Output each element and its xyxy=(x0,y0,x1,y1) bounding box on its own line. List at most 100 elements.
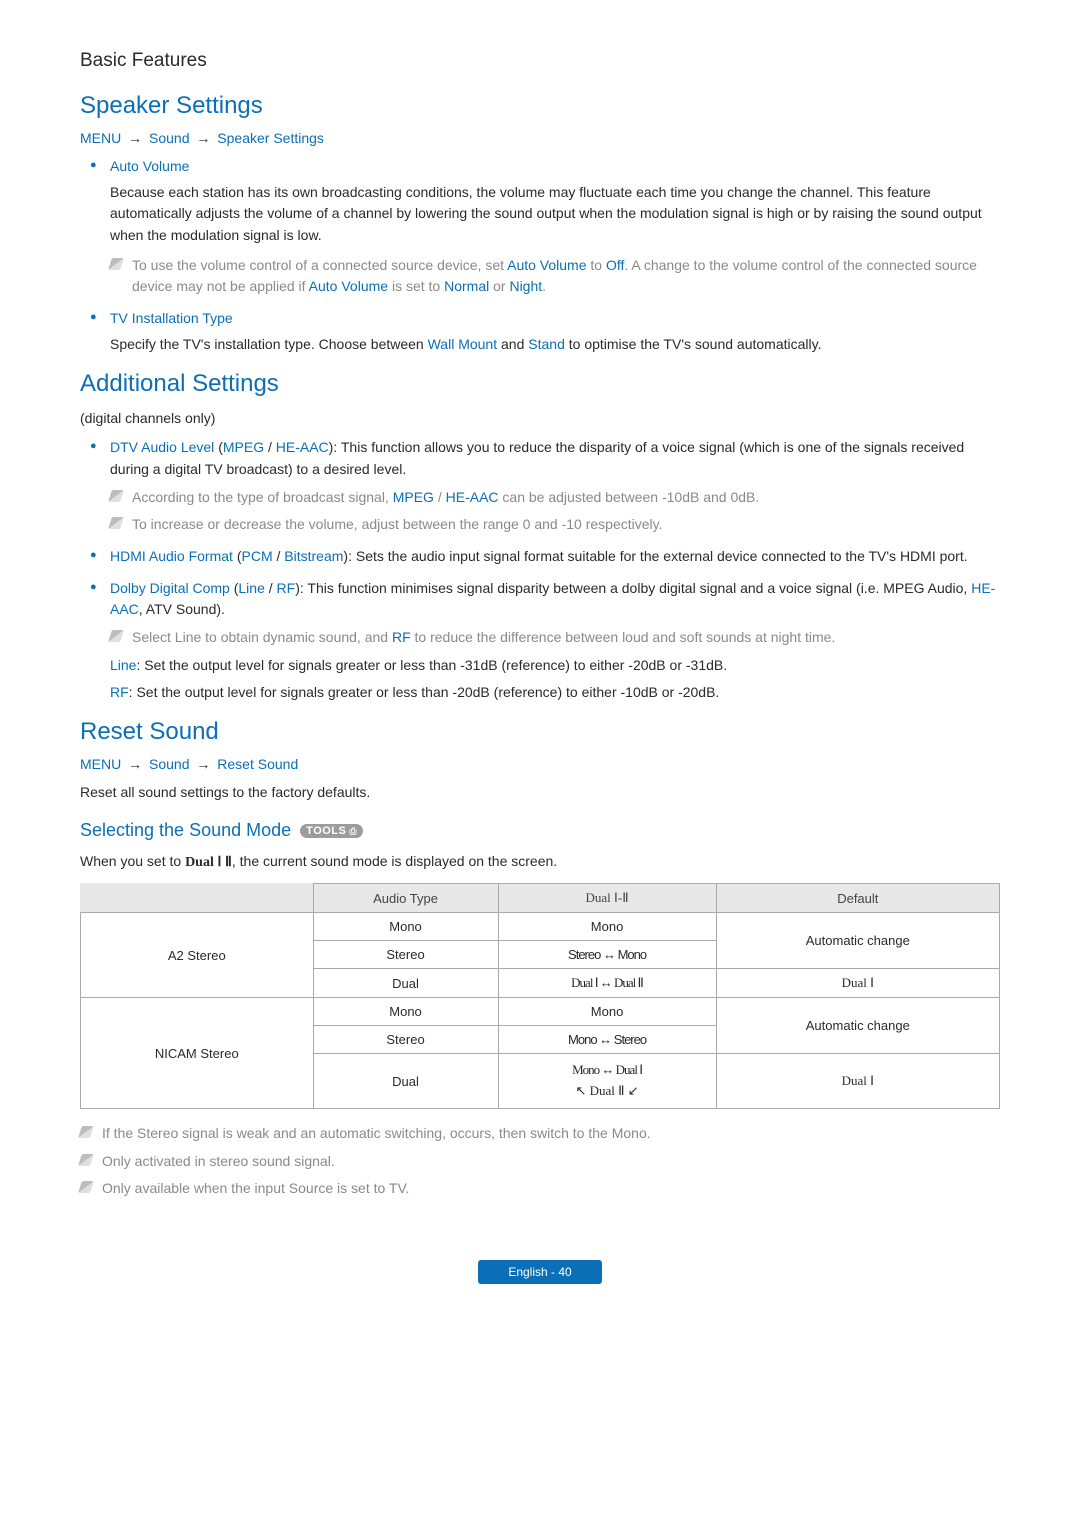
cell: Dual xyxy=(313,969,498,998)
slash: / xyxy=(273,548,285,564)
slash: / xyxy=(264,439,276,455)
cell: Automatic change xyxy=(716,913,999,969)
note-text: to xyxy=(587,257,606,273)
line-label: Line xyxy=(110,657,136,673)
auto-volume-term: Auto Volume xyxy=(110,158,189,174)
note-text: is set to xyxy=(388,278,444,294)
cell: Mono xyxy=(498,913,716,941)
table-corner xyxy=(81,884,314,913)
nicam-dual-line1: Mono ↔ Dual Ⅰ xyxy=(503,1060,712,1081)
note-text: to reduce the difference between loud an… xyxy=(411,629,836,645)
footer-note-3: Only available when the input Source is … xyxy=(80,1178,1000,1200)
selecting-intro: When you set to Dual Ⅰ Ⅱ, the current so… xyxy=(80,851,1000,874)
dtv-note-2: To increase or decrease the volume, adju… xyxy=(110,514,1000,536)
intro-pre: When you set to xyxy=(80,853,185,869)
breadcrumb-menu: MENU xyxy=(80,130,121,146)
hdmi-body: Sets the audio input signal format suita… xyxy=(356,548,968,564)
col-default: Default xyxy=(716,884,999,913)
cell: Dual Ⅰ xyxy=(716,969,999,998)
tv-installation-term: TV Installation Type xyxy=(110,310,233,326)
cell: Dual Ⅰ ↔ Dual Ⅱ xyxy=(498,969,716,998)
hdmi-audio-format-item: HDMI Audio Format (PCM / Bitstream): Set… xyxy=(80,546,1000,568)
arrow-icon: → xyxy=(128,130,142,146)
rf-term: RF xyxy=(392,629,411,645)
paren-close: ): xyxy=(329,439,341,455)
rf-term: RF xyxy=(277,580,296,596)
body-text: and xyxy=(497,336,528,352)
cell: Dual Ⅰ xyxy=(716,1054,999,1109)
note-text: can be adjusted between -10dB and 0dB. xyxy=(499,489,760,505)
wall-mount-term: Wall Mount xyxy=(428,336,498,352)
note-text: According to the type of broadcast signa… xyxy=(132,489,393,505)
cell: Dual xyxy=(313,1054,498,1109)
auto-volume-item: Auto Volume Because each station has its… xyxy=(80,156,1000,298)
breadcrumb-reset-sound: Reset Sound xyxy=(217,756,298,772)
cell: Mono ↔ Dual Ⅰ ↖ Dual Ⅱ ↙ xyxy=(498,1054,716,1109)
nicam-dual-line2: ↖ Dual Ⅱ ↙ xyxy=(503,1081,712,1102)
note-term: Auto Volume xyxy=(507,257,586,273)
cell: Automatic change xyxy=(716,998,999,1054)
a2-stereo-label: A2 Stereo xyxy=(81,913,314,998)
body-text: to optimise the TV's sound automatically… xyxy=(565,336,822,352)
pcm-term: PCM xyxy=(242,548,273,564)
body-text: Specify the TV's installation type. Choo… xyxy=(110,336,428,352)
reset-body: Reset all sound settings to the factory … xyxy=(80,782,1000,804)
paren-close: ): xyxy=(295,580,307,596)
arrow-icon: → xyxy=(196,756,210,772)
table-header-row: Audio Type Dual Ⅰ-Ⅱ Default xyxy=(81,884,1000,913)
note-text: . xyxy=(542,278,546,294)
cell: Mono xyxy=(498,998,716,1026)
arrow-icon: → xyxy=(196,130,210,146)
dtv-note-1: According to the type of broadcast signa… xyxy=(110,487,1000,509)
dolby-term: Dolby Digital Comp xyxy=(110,580,230,596)
line-body: : Set the output level for signals great… xyxy=(136,657,727,673)
breadcrumb-sound: Sound xyxy=(149,756,189,772)
col-audio-type: Audio Type xyxy=(313,884,498,913)
rf-description: RF: Set the output level for signals gre… xyxy=(110,682,1000,704)
note-term: Off xyxy=(606,257,624,273)
additional-settings-title: Additional Settings xyxy=(80,370,1000,398)
hdmi-audio-term: HDMI Audio Format xyxy=(110,548,233,564)
note-text: / xyxy=(434,489,446,505)
dolby-note: Select Line to obtain dynamic sound, and… xyxy=(110,627,1000,649)
tv-installation-type-item: TV Installation Type Specify the TV's in… xyxy=(80,308,1000,355)
line-term: Line xyxy=(238,580,264,596)
cell: Stereo xyxy=(313,941,498,969)
note-term: Night xyxy=(509,278,542,294)
breadcrumb-speaker-settings: Speaker Settings xyxy=(217,130,324,146)
note-text: To use the volume control of a connected… xyxy=(132,257,507,273)
auto-volume-note: To use the volume control of a connected… xyxy=(110,255,1000,298)
paren-close: ): xyxy=(343,548,355,564)
additional-settings-list: DTV Audio Level (MPEG / HE-AAC): This fu… xyxy=(80,437,1000,704)
col-dual: Dual Ⅰ-Ⅱ xyxy=(498,884,716,913)
note-term: MPEG xyxy=(393,489,434,505)
tools-badge: TOOLS xyxy=(300,824,363,838)
intro-bold: Dual Ⅰ Ⅱ xyxy=(185,855,232,870)
reset-sound-title: Reset Sound xyxy=(80,718,1000,746)
bitstream-term: Bitstream xyxy=(284,548,343,564)
stand-term: Stand xyxy=(528,336,565,352)
page-number-pill: English - 40 xyxy=(478,1260,601,1284)
note-text: or xyxy=(489,278,509,294)
breadcrumb-menu: MENU xyxy=(80,756,121,772)
table-row: A2 Stereo Mono Mono Automatic change xyxy=(81,913,1000,941)
page-header: Basic Features xyxy=(80,50,1000,72)
cell: Stereo xyxy=(313,1026,498,1054)
tv-installation-body: Specify the TV's installation type. Choo… xyxy=(110,334,1000,356)
note-term: Normal xyxy=(444,278,489,294)
rf-body: : Set the output level for signals great… xyxy=(129,684,720,700)
dtv-audio-level-item: DTV Audio Level (MPEG / HE-AAC): This fu… xyxy=(80,437,1000,536)
additional-subtitle: (digital channels only) xyxy=(80,408,1000,430)
selecting-sound-mode-title: Selecting the Sound Mode TOOLS xyxy=(80,820,1000,841)
heaac-term: HE-AAC xyxy=(276,439,329,455)
nicam-stereo-label: NICAM Stereo xyxy=(81,998,314,1109)
slash: / xyxy=(265,580,277,596)
page-footer: English - 40 xyxy=(80,1260,1000,1284)
note-term: HE-AAC xyxy=(446,489,499,505)
dolby-body-pre: This function minimises signal disparity… xyxy=(307,580,971,596)
cell: Stereo ↔ Mono xyxy=(498,941,716,969)
selecting-title-text: Selecting the Sound Mode xyxy=(80,820,291,840)
dtv-audio-level-term: DTV Audio Level xyxy=(110,439,214,455)
speaker-settings-title: Speaker Settings xyxy=(80,92,1000,120)
table-row: NICAM Stereo Mono Mono Automatic change xyxy=(81,998,1000,1026)
